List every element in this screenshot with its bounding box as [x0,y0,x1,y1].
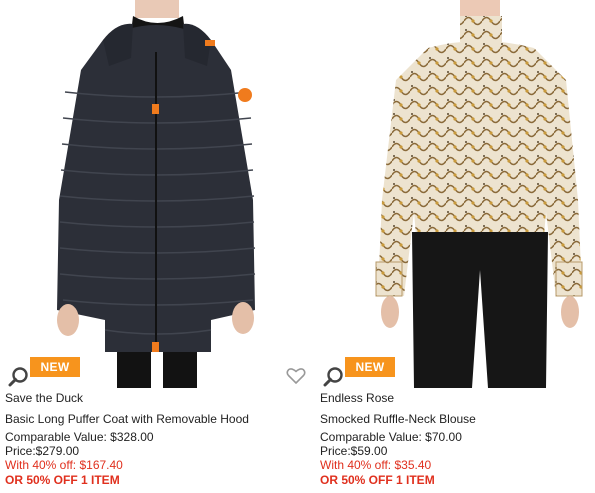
promo-percent-off: With 40% off: $167.40 [5,458,123,472]
new-badge: NEW [345,357,395,377]
promo-percent-off: With 40% off: $35.40 [320,458,432,472]
search-icon[interactable] [323,366,345,388]
product-image-blouse[interactable] [320,0,590,388]
product-name[interactable]: Basic Long Puffer Coat with Removable Ho… [5,412,249,426]
product-brand[interactable]: Save the Duck [5,391,83,405]
product-card[interactable]: NEW Save the Duck Basic Long Puffer Coat… [5,0,306,493]
comparable-value: Comparable Value: $70.00 [320,430,462,444]
product-card[interactable]: NEW Endless Rose Smocked Ruffle-Neck Blo… [320,0,590,493]
product-name[interactable]: Smocked Ruffle-Neck Blouse [320,412,476,426]
promo-item-off: OR 50% OFF 1 ITEM [320,473,435,487]
new-badge: NEW [30,357,80,377]
product-image-puffer-coat[interactable] [5,0,275,388]
heart-icon[interactable] [286,367,306,385]
product-price: Price:$279.00 [5,444,80,458]
promo-item-off: OR 50% OFF 1 ITEM [5,473,120,487]
product-brand[interactable]: Endless Rose [320,391,394,405]
search-icon[interactable] [8,366,30,388]
product-price: Price:$59.00 [320,444,388,458]
comparable-value: Comparable Value: $328.00 [5,430,154,444]
